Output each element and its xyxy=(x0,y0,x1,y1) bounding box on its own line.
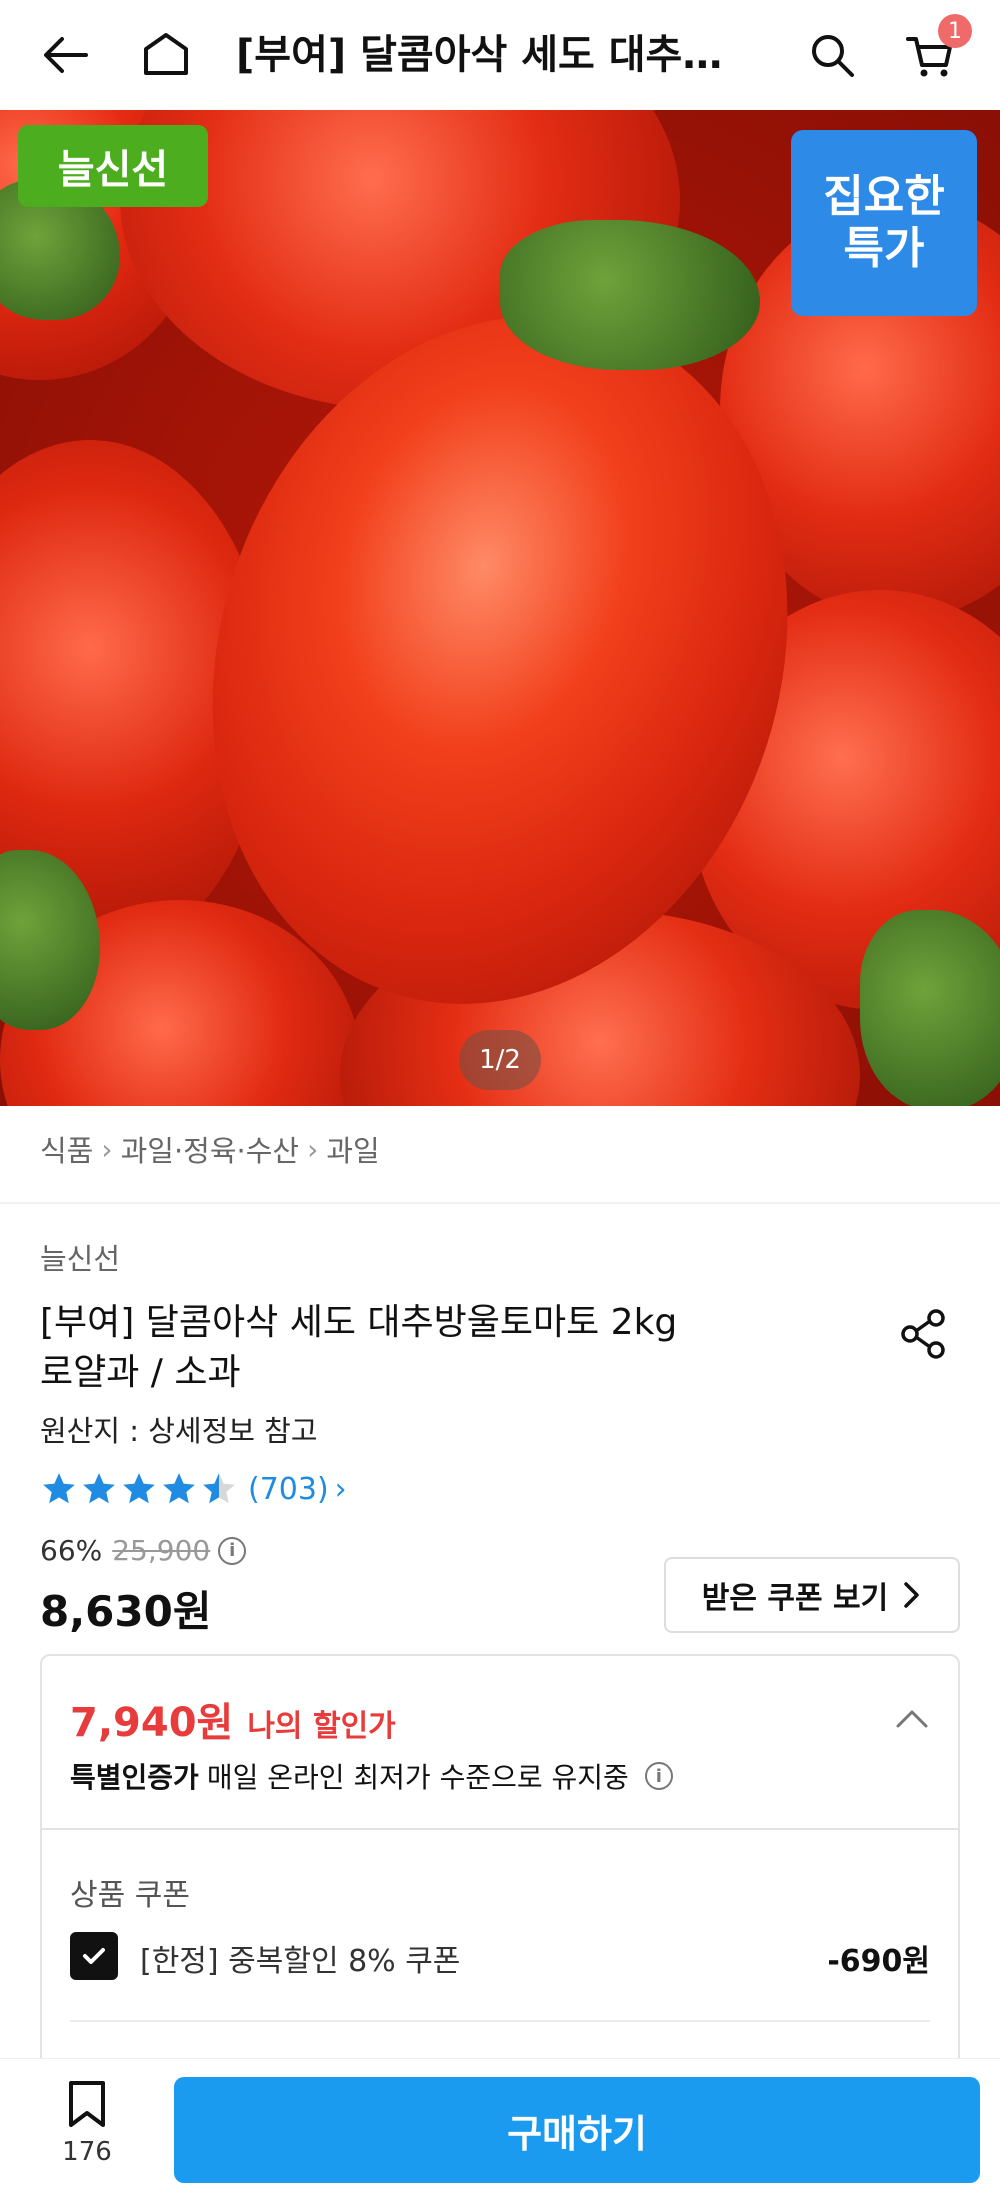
sale-price: 8,630원 xyxy=(40,1587,212,1636)
info-icon[interactable]: i xyxy=(644,1762,673,1790)
my-discount-price: 7,940원 xyxy=(70,1700,234,1746)
section-divider xyxy=(0,1202,1000,1204)
page-title: [부여] 달콤아삭 세도 대추방울토마토 2kg 로얄과 / 소과 xyxy=(236,32,756,78)
coupon-name: [한정] 중복할인 8% 쿠폰 xyxy=(140,1944,461,1979)
view-coupons-button[interactable]: 받은 쿠폰 보기 xyxy=(664,1557,960,1633)
rating-row[interactable]: (703) › xyxy=(40,1470,347,1508)
coupon-amount: -690원 xyxy=(827,1944,930,1979)
breadcrumb-item[interactable]: 식품 xyxy=(40,1128,93,1170)
product-image-carousel[interactable]: 늘신선 집요한 특가 1/2 xyxy=(0,110,1000,1106)
star-icon xyxy=(163,1473,195,1504)
special-price-tag: 집요한 특가 xyxy=(791,130,977,316)
tomato-stem xyxy=(860,910,1000,1106)
wishlist-button[interactable]: 176 xyxy=(40,2079,134,2189)
star-icon xyxy=(83,1473,115,1504)
chevron-right-icon: › xyxy=(101,1132,113,1166)
chevron-right-icon: › xyxy=(307,1132,319,1166)
product-title-line2: 로얄과 / 소과 xyxy=(40,1352,241,1393)
chevron-up-icon[interactable] xyxy=(894,1706,930,1730)
section-divider xyxy=(70,2020,930,2022)
view-coupons-label: 받은 쿠폰 보기 xyxy=(701,1581,889,1616)
breadcrumb-item[interactable]: 과일 xyxy=(326,1128,379,1170)
buy-button[interactable]: 구매하기 xyxy=(174,2077,980,2183)
certified-price-text: 매일 온라인 최저가 수준으로 유지중 xyxy=(206,1761,629,1794)
breadcrumb: 식품 › 과일·정육·수산 › 과일 xyxy=(40,1128,380,1170)
tomato-stem xyxy=(500,220,760,370)
fresh-brand-tag: 늘신선 xyxy=(18,125,208,207)
brand-name[interactable]: 늘신선 xyxy=(40,1236,120,1278)
star-icon xyxy=(123,1473,155,1504)
product-title: [부여] 달콤아삭 세도 대추방울토마토 2kg 로얄과 / 소과 xyxy=(40,1298,760,1398)
certified-price-title: 특별인증가 xyxy=(70,1761,199,1794)
chevron-right-icon xyxy=(904,1582,919,1608)
my-discount-label: 나의 할인가 xyxy=(247,1709,396,1744)
certified-price-note: 특별인증가 매일 온라인 최저가 수준으로 유지중 i xyxy=(70,1756,673,1796)
original-price: 25,900 xyxy=(112,1534,211,1567)
product-coupon-heading: 상품 쿠폰 xyxy=(70,1878,190,1913)
chevron-right-icon: › xyxy=(334,1471,347,1507)
bookmark-icon xyxy=(69,2081,105,2127)
special-tag-line2: 특가 xyxy=(843,223,925,274)
check-icon xyxy=(83,1948,105,1964)
image-pager-indicator: 1/2 xyxy=(459,1030,541,1090)
section-divider xyxy=(42,1828,958,1830)
product-title-line1: [부여] 달콤아삭 세도 대추방울토마토 2kg xyxy=(40,1302,678,1343)
my-price-row: 7,940원 나의 할인가 xyxy=(70,1690,396,1748)
cart-count-badge: 1 xyxy=(938,14,972,48)
discount-row: 66% 25,900 i xyxy=(40,1534,247,1567)
wishlist-count: 176 xyxy=(62,2137,112,2167)
review-count: (703) xyxy=(248,1471,329,1507)
bottom-action-bar: 176 구매하기 xyxy=(0,2058,1000,2197)
half-star-icon xyxy=(203,1473,235,1504)
share-icon[interactable] xyxy=(896,1306,952,1362)
origin-info: 원산지 : 상세정보 참고 xyxy=(40,1414,318,1448)
discount-rate: 66% xyxy=(40,1534,103,1567)
breadcrumb-item[interactable]: 과일·정육·수산 xyxy=(121,1128,300,1170)
search-icon[interactable] xyxy=(804,27,860,83)
back-arrow-icon[interactable] xyxy=(38,27,94,83)
star-icon xyxy=(43,1473,75,1504)
home-icon[interactable] xyxy=(138,27,194,83)
info-icon[interactable]: i xyxy=(218,1536,247,1565)
top-app-bar: [부여] 달콤아삭 세도 대추방울토마토 2kg 로얄과 / 소과 1 xyxy=(0,0,1000,110)
special-tag-line1: 집요한 xyxy=(823,171,945,222)
coupon-checkbox[interactable] xyxy=(70,1932,118,1980)
